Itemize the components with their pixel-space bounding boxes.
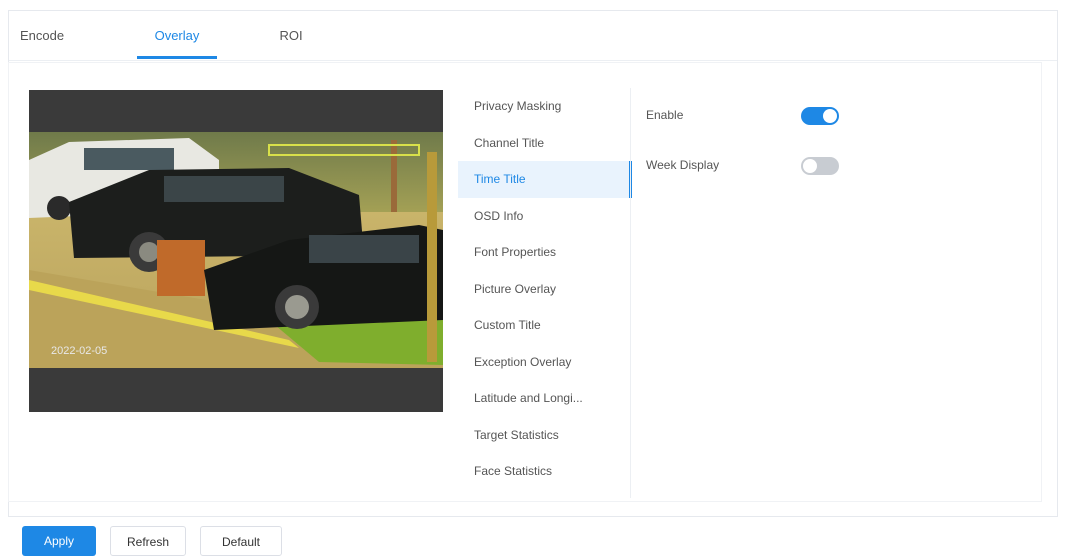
tab-overlay[interactable]: Overlay <box>137 11 217 61</box>
menu-divider <box>630 88 631 498</box>
tab-roi[interactable]: ROI <box>271 11 311 61</box>
overlay-menu: Privacy Masking Channel Title Time Title… <box>458 88 632 490</box>
menu-item-latitude-longitude[interactable]: Latitude and Longi... <box>458 380 632 417</box>
apply-button[interactable]: Apply <box>22 526 96 556</box>
menu-item-face-statistics[interactable]: Face Statistics <box>458 453 632 490</box>
week-display-label: Week Display <box>646 158 720 172</box>
tab-encode[interactable]: Encode <box>17 11 67 61</box>
week-display-toggle[interactable] <box>801 157 839 175</box>
menu-item-time-title[interactable]: Time Title <box>458 161 632 198</box>
menu-item-target-statistics[interactable]: Target Statistics <box>458 417 632 454</box>
parking-lot-scene: 2022-02-05 <box>29 90 443 412</box>
enable-label: Enable <box>646 108 684 122</box>
video-preview: 2022-02-05 <box>29 90 443 412</box>
tab-bar: Encode Overlay ROI <box>9 11 1057 61</box>
menu-item-exception-overlay[interactable]: Exception Overlay <box>458 344 632 381</box>
menu-item-channel-title[interactable]: Channel Title <box>458 125 632 162</box>
enable-toggle[interactable] <box>801 107 839 125</box>
refresh-button[interactable]: Refresh <box>110 526 186 556</box>
default-button[interactable]: Default <box>200 526 282 556</box>
menu-item-custom-title[interactable]: Custom Title <box>458 307 632 344</box>
menu-item-picture-overlay[interactable]: Picture Overlay <box>458 271 632 308</box>
toggle-knob <box>823 109 837 123</box>
menu-item-font-properties[interactable]: Font Properties <box>458 234 632 271</box>
menu-item-osd-info[interactable]: OSD Info <box>458 198 632 235</box>
toggle-knob <box>803 159 817 173</box>
menu-item-privacy-masking[interactable]: Privacy Masking <box>458 88 632 125</box>
osd-timestamp: 2022-02-05 <box>51 345 107 357</box>
